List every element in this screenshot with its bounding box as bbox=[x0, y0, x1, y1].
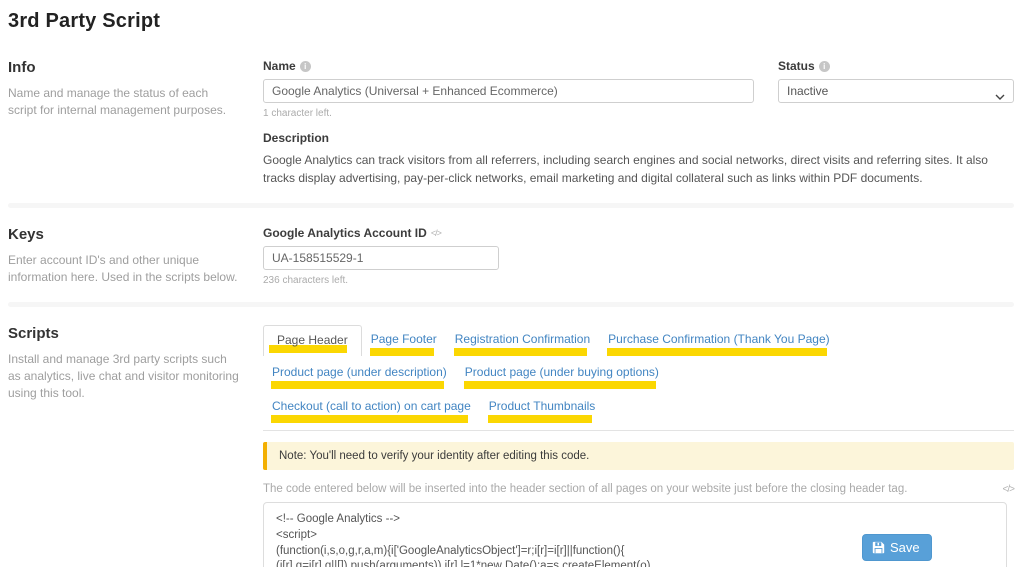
highlight-mark bbox=[369, 348, 434, 356]
name-input[interactable] bbox=[263, 79, 754, 103]
scripts-section-right: Page Header Page Footer Registration Con… bbox=[263, 325, 1016, 567]
account-id-input[interactable] bbox=[263, 246, 499, 270]
description-field-group: Description Google Analytics can track v… bbox=[263, 131, 1014, 187]
highlight-mark bbox=[463, 381, 656, 389]
code-icon: </> bbox=[430, 228, 442, 238]
info-icon: i bbox=[299, 60, 311, 72]
description-text: Google Analytics can track visitors from… bbox=[263, 153, 988, 185]
script-tabs: Page Header Page Footer Registration Con… bbox=[263, 325, 1014, 431]
scripts-section: Scripts Install and manage 3rd party scr… bbox=[8, 325, 1016, 567]
name-helper: 1 character left. bbox=[263, 108, 332, 119]
keys-heading: Keys bbox=[8, 226, 44, 243]
account-id-label: Google Analytics Account ID </> bbox=[263, 226, 442, 240]
info-description: Name and manage the status of each scrip… bbox=[8, 86, 227, 117]
status-label: Status i bbox=[778, 59, 1014, 79]
tab-page-header[interactable]: Page Header bbox=[263, 325, 362, 356]
highlight-mark bbox=[271, 415, 468, 423]
keys-description: Enter account ID's and other unique info… bbox=[8, 253, 238, 284]
highlight-mark bbox=[453, 348, 588, 356]
keys-section: Keys Enter account ID's and other unique… bbox=[8, 226, 1014, 286]
tab-registration-confirmation[interactable]: Registration Confirmation bbox=[446, 325, 599, 356]
status-select[interactable]: Inactive bbox=[778, 79, 1014, 103]
code-hint-text: The code entered below will be inserted … bbox=[263, 483, 908, 495]
tab-checkout-call-to-action[interactable]: Checkout (call to action) on cart page bbox=[263, 392, 480, 423]
code-icon: </> bbox=[1002, 483, 1016, 495]
section-divider bbox=[8, 302, 1014, 307]
page-title: 3rd Party Script bbox=[8, 10, 161, 32]
tab-purchase-confirmation[interactable]: Purchase Confirmation (Thank You Page) bbox=[599, 325, 838, 356]
highlight-mark bbox=[487, 415, 593, 423]
scripts-section-left: Scripts Install and manage 3rd party scr… bbox=[8, 325, 263, 402]
chevron-down-icon bbox=[995, 89, 1005, 103]
highlight-mark bbox=[607, 348, 827, 356]
page: 3rd Party Script Info Name and manage th… bbox=[0, 0, 1024, 567]
highlight-mark bbox=[271, 381, 444, 389]
account-id-helper: 236 characters left. bbox=[263, 275, 349, 286]
status-selected-value: Inactive bbox=[787, 84, 829, 98]
tab-product-thumbnails[interactable]: Product Thumbnails bbox=[480, 392, 605, 423]
keys-section-right: Google Analytics Account ID </> 236 char… bbox=[263, 226, 1014, 286]
info-section-right: Name i 1 character left. Status i Inacti… bbox=[263, 59, 1014, 187]
account-id-field-group: Google Analytics Account ID </> 236 char… bbox=[263, 226, 499, 286]
section-divider bbox=[8, 203, 1014, 208]
name-label: Name i bbox=[263, 59, 754, 73]
description-label: Description bbox=[263, 131, 330, 145]
info-heading: Info bbox=[8, 59, 36, 76]
keys-section-left: Keys Enter account ID's and other unique… bbox=[8, 226, 263, 286]
scripts-heading: Scripts bbox=[8, 325, 59, 342]
save-button-label: Save bbox=[890, 540, 920, 555]
verify-identity-note: Note: You'll need to verify your identit… bbox=[263, 442, 1014, 470]
code-hint-row: The code entered below will be inserted … bbox=[263, 483, 1016, 495]
name-field-group: Name i 1 character left. bbox=[263, 59, 754, 119]
tab-page-footer[interactable]: Page Footer bbox=[362, 325, 446, 356]
info-icon: i bbox=[818, 60, 830, 72]
save-button[interactable]: Save bbox=[862, 534, 932, 561]
info-section-left: Info Name and manage the status of each … bbox=[8, 59, 263, 119]
tab-product-page-under-description[interactable]: Product page (under description) bbox=[263, 358, 456, 389]
tab-product-page-under-buying-options[interactable]: Product page (under buying options) bbox=[456, 358, 668, 389]
scripts-description: Install and manage 3rd party scripts suc… bbox=[8, 352, 239, 400]
info-section: Info Name and manage the status of each … bbox=[8, 59, 1014, 187]
status-field-group: Status i Inactive bbox=[778, 59, 1014, 119]
save-icon bbox=[872, 541, 885, 554]
